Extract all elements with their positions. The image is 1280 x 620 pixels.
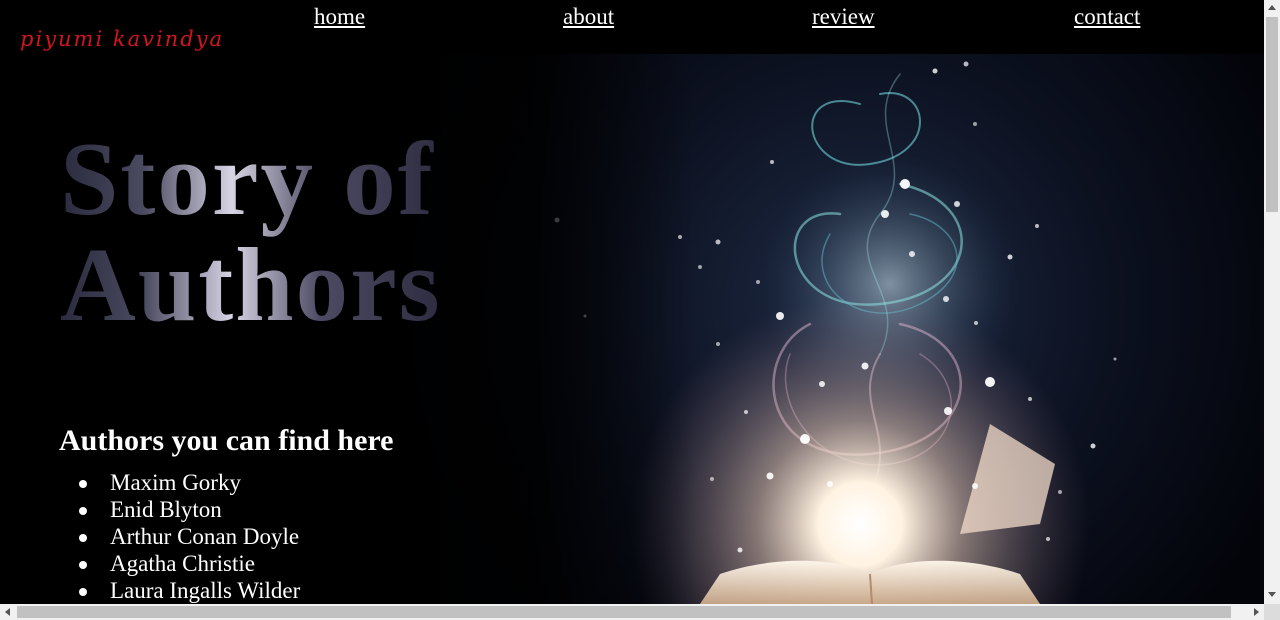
list-item: Maxim Gorky bbox=[70, 469, 300, 496]
hero-title-line-1: Story of bbox=[60, 120, 435, 237]
hero-section: Story of Authors Authors you can find he… bbox=[0, 54, 1264, 604]
horizontal-scroll-thumb[interactable] bbox=[17, 606, 1231, 618]
scroll-down-icon[interactable] bbox=[1268, 592, 1276, 597]
scroll-right-icon[interactable] bbox=[1254, 608, 1259, 616]
nav-link-about[interactable]: about bbox=[563, 4, 614, 30]
list-item: Laura Ingalls Wilder bbox=[70, 577, 300, 604]
vertical-scrollbar[interactable] bbox=[1264, 0, 1280, 604]
list-item: Agatha Christie bbox=[70, 550, 300, 577]
scroll-left-icon[interactable] bbox=[5, 608, 10, 616]
authors-heading: Authors you can find here bbox=[59, 424, 394, 457]
nav-link-home[interactable]: home bbox=[314, 4, 365, 30]
nav-link-review[interactable]: review bbox=[812, 4, 875, 30]
hero-title-line-2: Authors bbox=[60, 226, 442, 343]
nav-link-contact[interactable]: contact bbox=[1074, 4, 1140, 30]
hero-title: Story of Authors bbox=[60, 126, 442, 338]
site-logo[interactable]: piyumi kavindya bbox=[20, 27, 224, 51]
horizontal-scrollbar[interactable] bbox=[0, 604, 1264, 620]
scroll-up-icon[interactable] bbox=[1268, 5, 1276, 10]
scrollbar-corner bbox=[1264, 604, 1280, 620]
page-viewport: Story of Authors Authors you can find he… bbox=[0, 0, 1264, 604]
list-item: Enid Blyton bbox=[70, 496, 300, 523]
vertical-scroll-thumb[interactable] bbox=[1266, 17, 1278, 212]
authors-list: Maxim Gorky Enid Blyton Arthur Conan Doy… bbox=[70, 469, 300, 604]
list-item: Arthur Conan Doyle bbox=[70, 523, 300, 550]
top-navigation: piyumi kavindya home about review contac… bbox=[0, 0, 1264, 54]
